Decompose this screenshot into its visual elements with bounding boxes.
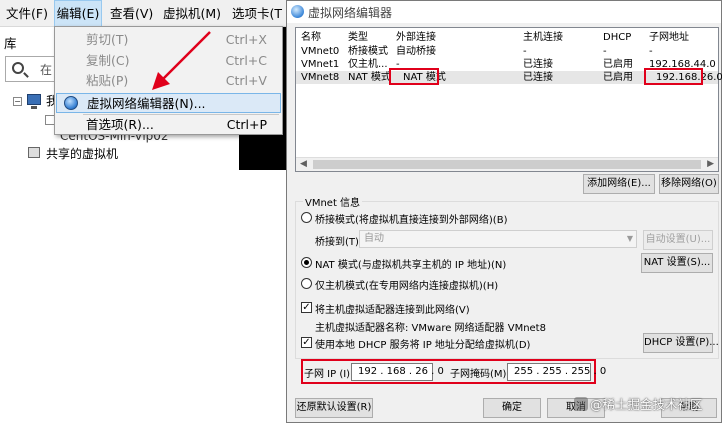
column-header[interactable]: 类型 <box>348 31 368 44</box>
bridged-mode-radio[interactable] <box>301 212 312 223</box>
cell: 仅主机... <box>348 59 388 70</box>
host-only-radio[interactable] <box>301 278 312 289</box>
menu-item-preferences[interactable]: 首选项(R)... Ctrl+P <box>56 115 281 135</box>
adapter-name-text: 主机虚拟适配器名称: VMware 网络适配器 VMnet8 <box>315 323 546 334</box>
menu-item-label: 复制(C) <box>86 53 130 68</box>
library-title: 库 <box>4 36 17 51</box>
nat-settings-button[interactable]: NAT 设置(S)... <box>641 253 713 273</box>
scrollbar-thumb[interactable] <box>313 160 701 169</box>
cell: - <box>649 46 653 57</box>
subnet-ip-label: 子网 IP (I): <box>304 369 354 380</box>
ok-button[interactable]: 确定 <box>483 398 541 418</box>
column-header[interactable]: 外部连接 <box>396 31 436 44</box>
menu-item-shortcut: Ctrl+P <box>226 117 267 132</box>
network-list: 名称 类型 外部连接 主机连接 DHCP 子网地址 VMnet0 桥接模式 自动… <box>295 27 722 172</box>
virtual-network-editor-dialog: 虚拟网络编辑器 名称 类型 外部连接 主机连接 DHCP 子网地址 VMnet0… <box>286 0 722 423</box>
menu-item-label: 首选项(R)... <box>86 117 154 132</box>
network-list-header: 名称 类型 外部连接 主机连接 DHCP 子网地址 <box>296 31 718 44</box>
horizontal-scrollbar[interactable]: ◀ ▶ <box>296 157 718 171</box>
bridged-to-select[interactable]: 自动 ▼ <box>359 230 637 248</box>
globe-icon <box>291 5 304 18</box>
menu-item-label: 粘贴(P) <box>86 73 129 88</box>
dhcp-settings-button[interactable]: DHCP 设置(P)... <box>643 333 719 353</box>
host-only-label: 仅主机模式(在专用网络内连接虚拟机)(H) <box>315 281 499 292</box>
column-header[interactable]: 主机连接 <box>523 31 563 44</box>
tree-item-shared-vms[interactable]: 共享的虚拟机 <box>46 145 118 162</box>
bridged-to-value: 自动 <box>364 233 384 244</box>
cell: NAT 模式 <box>348 72 391 83</box>
cell: 已连接 <box>523 59 553 70</box>
vmnet-info-title: VMnet 信息 <box>303 194 363 209</box>
add-network-button[interactable]: 添加网络(E)... <box>583 174 655 194</box>
bridged-mode-label: 桥接模式(将虚拟机直接连接到外部网络)(B) <box>315 215 508 226</box>
menu-edit[interactable]: 编辑(E) <box>54 0 102 27</box>
library-search-input[interactable]: 在 <box>5 56 55 82</box>
highlight-box-nat-mode <box>389 68 439 85</box>
menu-file[interactable]: 文件(F) <box>6 0 48 27</box>
cell: 自动桥接 <box>396 46 436 57</box>
chevron-down-icon: ▼ <box>626 234 633 243</box>
highlight-box-subnet <box>644 68 703 85</box>
menu-item-shortcut: Ctrl+X <box>225 32 267 47</box>
menu-vm[interactable]: 虚拟机(M) <box>163 0 221 27</box>
cell: VMnet1 <box>301 59 340 70</box>
column-header[interactable]: DHCP <box>603 31 631 44</box>
search-placeholder: 在 <box>40 63 53 77</box>
menu-item-label: 剪切(T) <box>86 32 129 47</box>
dialog-titlebar: 虚拟网络编辑器 <box>287 1 721 23</box>
globe-icon <box>64 96 78 110</box>
shared-vm-icon <box>28 147 40 158</box>
cell: VMnet8 <box>301 72 340 83</box>
nat-mode-label: NAT 模式(与虚拟机共享主机的 IP 地址)(N) <box>315 260 507 271</box>
cell: - <box>523 46 527 57</box>
subnet-mask-label: 子网掩码(M): <box>450 369 510 380</box>
dialog-title: 虚拟网络编辑器 <box>308 6 393 20</box>
menu-item-shortcut: Ctrl+V <box>225 73 267 88</box>
computer-icon <box>27 94 41 109</box>
menu-item-shortcut: Ctrl+C <box>225 53 267 68</box>
scroll-right-icon[interactable]: ▶ <box>707 159 714 169</box>
bridged-to-label: 桥接到(T): <box>315 237 363 248</box>
menu-bar: 文件(F) 编辑(E) 查看(V) 虚拟机(M) 选项卡(T <box>0 0 286 27</box>
menu-item-virtual-network-editor[interactable]: 虚拟网络编辑器(N)... <box>56 93 281 113</box>
cell: - <box>603 46 607 57</box>
column-header[interactable]: 名称 <box>301 31 321 44</box>
table-row[interactable]: VMnet0 桥接模式 自动桥接 - - - <box>296 45 718 58</box>
subnet-mask-input[interactable]: 255 . 255 . 255 . 0 <box>507 363 606 381</box>
watermark: @稀土掘金技术社区 <box>574 394 703 413</box>
connect-adapter-label: 将主机虚拟适配器连接到此网络(V) <box>315 305 470 316</box>
search-icon <box>12 62 24 74</box>
watermark-logo-icon <box>574 397 588 411</box>
watermark-text: @稀土掘金技术社区 <box>590 397 703 412</box>
column-header[interactable]: 子网地址 <box>649 31 689 44</box>
restore-defaults-button[interactable]: 还原默认设置(R) <box>295 398 373 418</box>
menu-item-label: 虚拟网络编辑器(N)... <box>87 96 206 111</box>
menu-view[interactable]: 查看(V) <box>110 0 153 27</box>
scroll-left-icon[interactable]: ◀ <box>300 159 307 169</box>
nat-mode-radio[interactable] <box>301 257 312 268</box>
cell: 已连接 <box>523 72 553 83</box>
cell: 已启用 <box>603 59 633 70</box>
use-dhcp-label: 使用本地 DHCP 服务将 IP 地址分配给虚拟机(D) <box>315 340 531 351</box>
connect-adapter-checkbox[interactable]: ✓ <box>301 302 312 313</box>
subnet-ip-input[interactable]: 192 . 168 . 26 . 0 <box>351 363 444 381</box>
cell: 已启用 <box>603 72 633 83</box>
auto-settings-button[interactable]: 自动设置(U)... <box>643 230 713 250</box>
red-arrow-annotation <box>152 31 211 90</box>
cell: 桥接模式 <box>348 46 388 57</box>
use-dhcp-checkbox[interactable]: ✓ <box>301 337 312 348</box>
cell: VMnet0 <box>301 46 340 57</box>
menu-tabs[interactable]: 选项卡(T <box>232 0 282 27</box>
remove-network-button[interactable]: 移除网络(O) <box>659 174 719 194</box>
tree-collapse-toggle[interactable]: − <box>13 97 22 106</box>
